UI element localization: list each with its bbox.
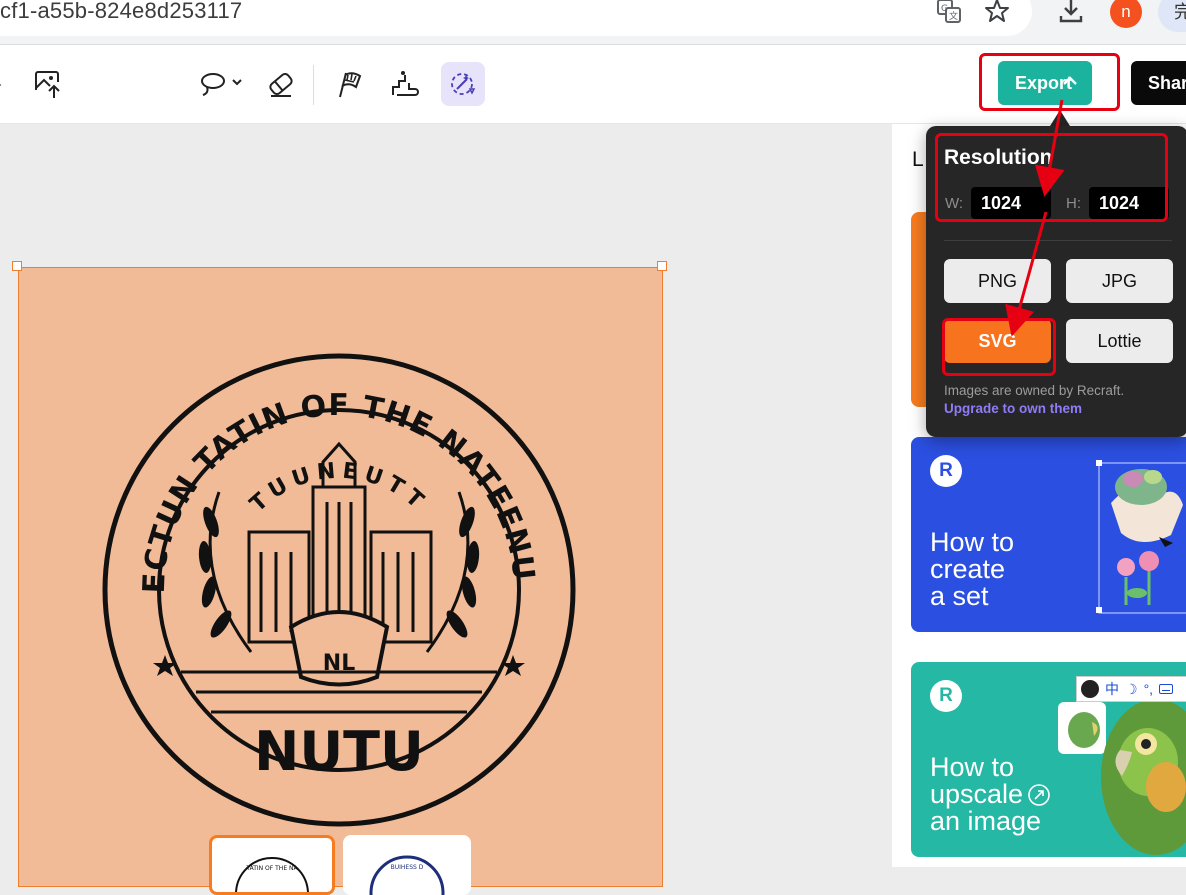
annotation-arrows [1005, 99, 1065, 337]
arrow-resolution-to-svg [1005, 211, 1048, 337]
arrow-export-to-resolution [1034, 99, 1065, 197]
